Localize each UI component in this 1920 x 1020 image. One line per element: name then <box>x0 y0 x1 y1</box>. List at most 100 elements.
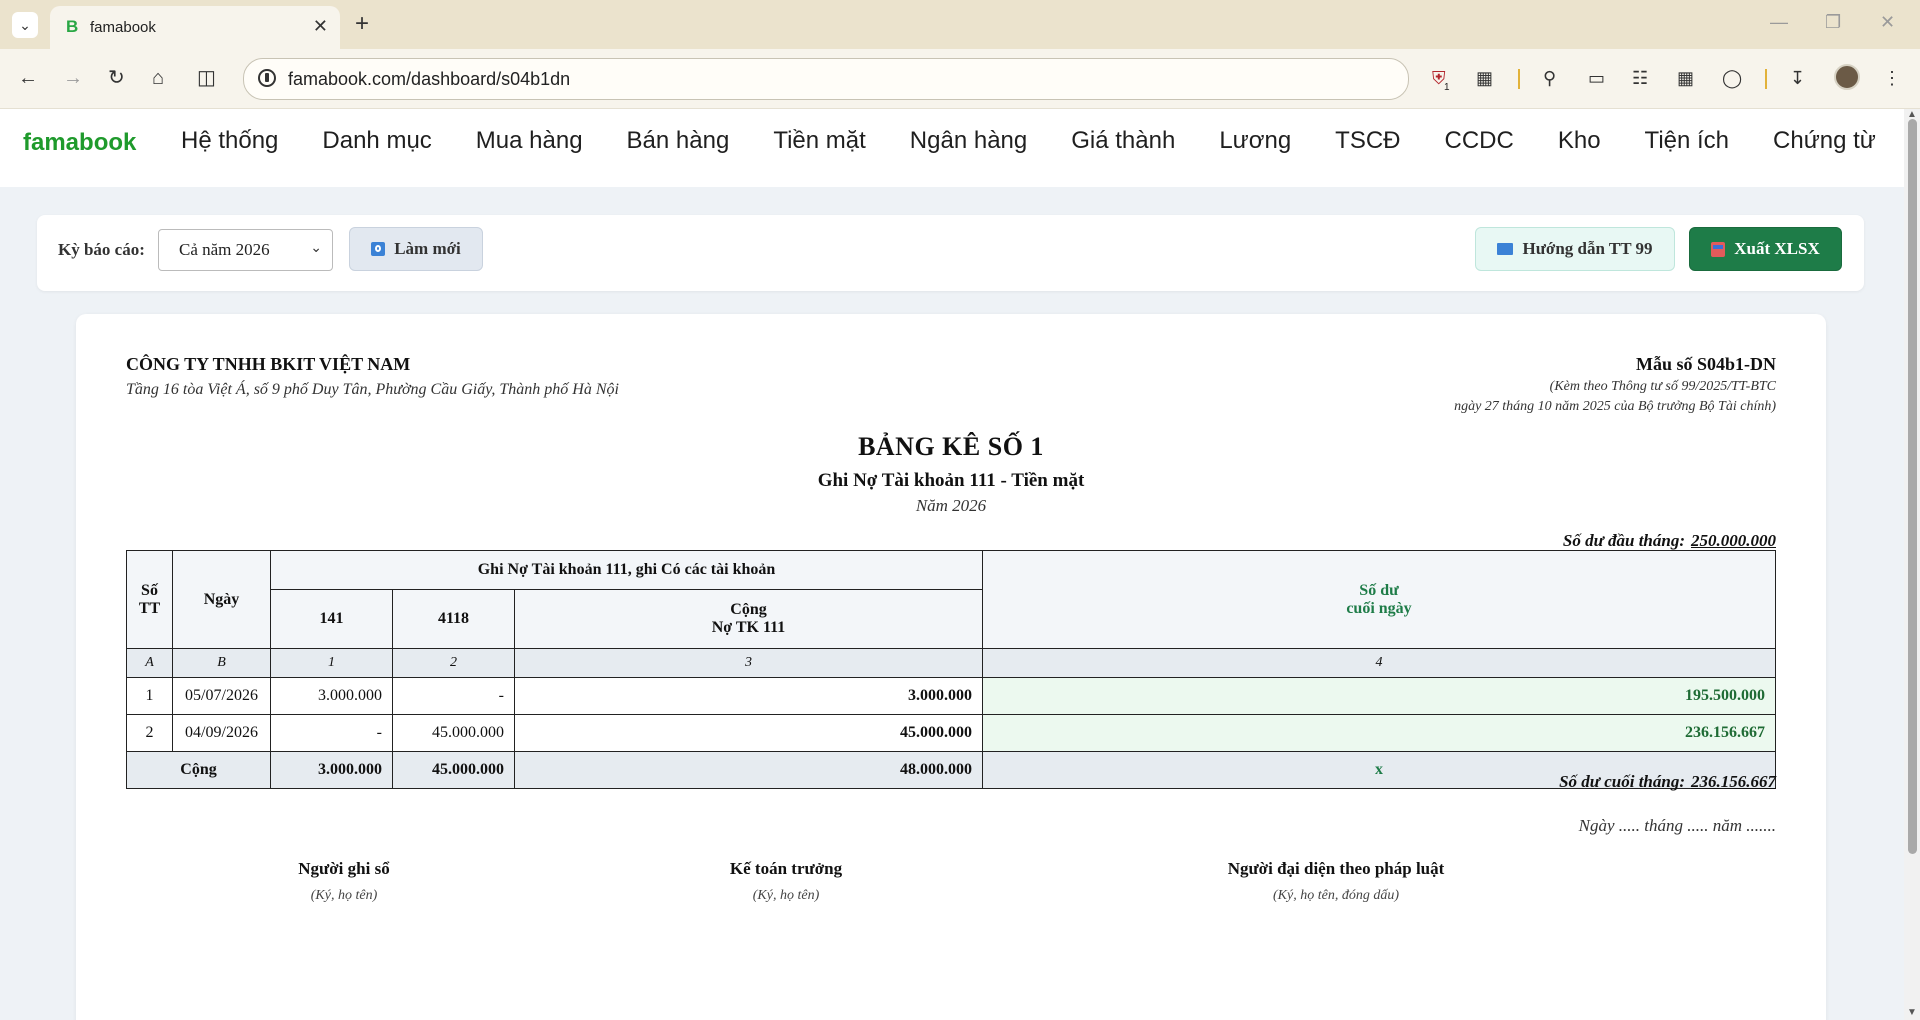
card-icon[interactable]: ▭ <box>1588 66 1605 90</box>
favicon-icon: B <box>66 17 79 36</box>
reload-icon[interactable]: ↻ <box>108 66 125 90</box>
header-total-debit: Cộng Nợ TK 111 <box>514 589 983 649</box>
guide-button[interactable]: Hướng dẫn TT 99 <box>1475 227 1675 271</box>
closing-balance-label: Số dư cuối tháng: <box>1559 772 1685 791</box>
incognito-icon[interactable]: ◯ <box>1722 66 1742 90</box>
closing-balance-value: 236.156.667 <box>1691 772 1776 791</box>
cell-balance: 236.156.667 <box>982 714 1776 752</box>
index-cell: 4 <box>982 648 1776 678</box>
book-icon <box>1497 243 1514 255</box>
tab-search-button[interactable]: ⌄ <box>12 12 38 38</box>
export-xlsx-button[interactable]: Xuất XLSX <box>1689 227 1842 271</box>
menu-item-ban-hang[interactable]: Bán hàng <box>627 127 730 155</box>
header-stt-line1: Số <box>141 581 158 599</box>
scroll-down-icon[interactable]: ▼ <box>1907 1007 1917 1018</box>
signature-date-line: Ngày ..... tháng ..... năm ....... <box>1578 816 1776 835</box>
menu-item-tscd[interactable]: TSCĐ <box>1335 127 1400 155</box>
brand-logo[interactable]: famabook <box>23 129 136 157</box>
header-balance-line2: cuối ngày <box>1346 599 1412 617</box>
header-balance: Số dư cuối ngày <box>982 550 1776 649</box>
cell-date: 04/09/2026 <box>172 714 271 752</box>
export-label: Xuất XLSX <box>1734 239 1820 258</box>
back-icon[interactable]: ← <box>18 66 38 90</box>
scrollbar-thumb[interactable] <box>1908 119 1917 854</box>
header-stt: Số TT <box>126 550 173 649</box>
report-subtitle: Ghi Nợ Tài khoản 111 - Tiền mặt <box>817 470 1085 491</box>
more-options-icon[interactable]: ⋮ <box>1883 66 1901 90</box>
book-open-icon[interactable]: ☷ <box>1632 66 1648 90</box>
puzzle-icon[interactable]: ▦ <box>1476 66 1493 90</box>
cell-total: 45.000.000 <box>514 714 983 752</box>
site-info-icon[interactable] <box>258 69 276 87</box>
header-acc-141: 141 <box>270 589 393 649</box>
index-cell: 2 <box>392 648 515 678</box>
chevron-down-icon: ⌄ <box>310 239 322 255</box>
browser-tab[interactable]: B famabook ✕ <box>50 6 340 49</box>
toolbar-divider <box>1765 69 1767 89</box>
maximize-button[interactable]: ❐ <box>1825 12 1841 33</box>
cell-date: 05/07/2026 <box>172 677 271 715</box>
menu-item-tien-mat[interactable]: Tiền mặt <box>773 127 865 155</box>
ledger-table: Số TT Ngày Ghi Nợ Tài khoản 111, ghi Có c… <box>126 550 1776 789</box>
refresh-button[interactable]: Làm mới <box>349 227 483 271</box>
reading-mode-icon[interactable]: ◫ <box>197 66 216 90</box>
header-total-line2: Nợ TK 111 <box>711 619 786 636</box>
signer-chief-accountant-note: (Ký, họ tên) <box>752 888 820 903</box>
opening-balance-label: Số dư đầu tháng: <box>1562 531 1685 550</box>
cell-4118: - <box>392 677 515 715</box>
main-menu: Hệ thống Danh mục Mua hàng Bán hàng Tiền… <box>181 127 1876 155</box>
header-stt-line2: TT <box>138 599 161 617</box>
report-title: BẢNG KÊ SỐ 1 <box>858 432 1044 461</box>
cell-4118: 45.000.000 <box>392 714 515 752</box>
menu-item-danh-muc[interactable]: Danh mục <box>322 127 431 155</box>
browser-tabstrip: ⌄ B famabook ✕ + — ❐ ✕ <box>0 0 1920 49</box>
new-tab-button[interactable]: + <box>355 10 369 38</box>
period-value: Cả năm 2026 <box>179 240 270 259</box>
menu-item-ngan-hang[interactable]: Ngân hàng <box>910 127 1027 155</box>
refresh-icon <box>371 242 386 256</box>
company-address: Tầng 16 tòa Việt Á, số 9 phố Duy Tân, Ph… <box>126 381 619 398</box>
profile-avatar[interactable] <box>1834 64 1860 90</box>
signer-legal-rep: Người đại diện theo pháp luật <box>1227 859 1445 878</box>
form-number: Mẫu số S04b1-DN <box>1635 354 1776 374</box>
table-row: 2 04/09/2026 - 45.000.000 45.000.000 236… <box>126 714 1776 752</box>
menu-item-ccdc[interactable]: CCDC <box>1445 127 1514 155</box>
total-4118: 45.000.000 <box>392 751 515 789</box>
total-sum: 48.000.000 <box>514 751 983 789</box>
opening-balance-value: 250.000.000 <box>1691 531 1776 550</box>
total-row: Cộng 3.000.000 45.000.000 48.000.000 x <box>126 751 1776 789</box>
key-icon[interactable]: ⚲ <box>1543 66 1556 90</box>
tab-title: famabook <box>90 19 156 36</box>
close-icon[interactable]: ✕ <box>313 16 328 37</box>
form-reference-date: ngày 27 tháng 10 năm 2025 của Bộ trưởng … <box>1454 399 1776 414</box>
menu-item-gia-thanh[interactable]: Giá thành <box>1071 127 1175 155</box>
index-cell: A <box>126 648 173 678</box>
signer-legal-rep-note: (Ký, họ tên, đóng dấu) <box>1273 888 1399 903</box>
cell-stt: 2 <box>126 714 173 752</box>
toolbar-divider <box>1518 69 1520 89</box>
menu-item-tien-ich[interactable]: Tiện ích <box>1645 127 1729 155</box>
form-reference: (Kèm theo Thông tư số 99/2025/TT-BTC <box>1549 379 1776 394</box>
opening-balance: Số dư đầu tháng: 250.000.000 <box>1563 531 1776 551</box>
window-close-button[interactable]: ✕ <box>1880 12 1895 33</box>
menu-item-he-thong[interactable]: Hệ thống <box>181 127 278 155</box>
extension-badge: 1 <box>1444 82 1450 93</box>
page-scrollbar[interactable]: ▲ ▼ <box>1904 109 1920 1020</box>
index-cell: 1 <box>270 648 393 678</box>
menu-item-mua-hang[interactable]: Mua hàng <box>476 127 583 155</box>
minimize-button[interactable]: — <box>1770 12 1788 33</box>
home-icon[interactable]: ⌂ <box>152 66 164 90</box>
app-navbar: famabook Hệ thống Danh mục Mua hàng Bán … <box>0 109 1904 187</box>
forward-icon[interactable]: → <box>63 66 83 90</box>
browser-toolbar: ← → ↻ ⌂ ◫ famabook.com/dashboard/s04b1dn… <box>0 49 1920 109</box>
download-icon[interactable]: ↧ <box>1790 66 1805 90</box>
header-acc-4118: 4118 <box>392 589 515 649</box>
address-bar[interactable]: famabook.com/dashboard/s04b1dn <box>243 58 1409 100</box>
table-icon[interactable]: ▦ <box>1677 66 1694 90</box>
menu-item-chung-tu[interactable]: Chứng từ <box>1773 127 1876 155</box>
period-select[interactable]: Cả năm 2026 ⌄ <box>158 229 333 271</box>
menu-item-luong[interactable]: Lương <box>1219 127 1291 155</box>
menu-item-kho[interactable]: Kho <box>1558 127 1601 155</box>
closing-balance: Số dư cuối tháng: 236.156.667 <box>1559 772 1776 792</box>
cell-141: - <box>270 714 393 752</box>
